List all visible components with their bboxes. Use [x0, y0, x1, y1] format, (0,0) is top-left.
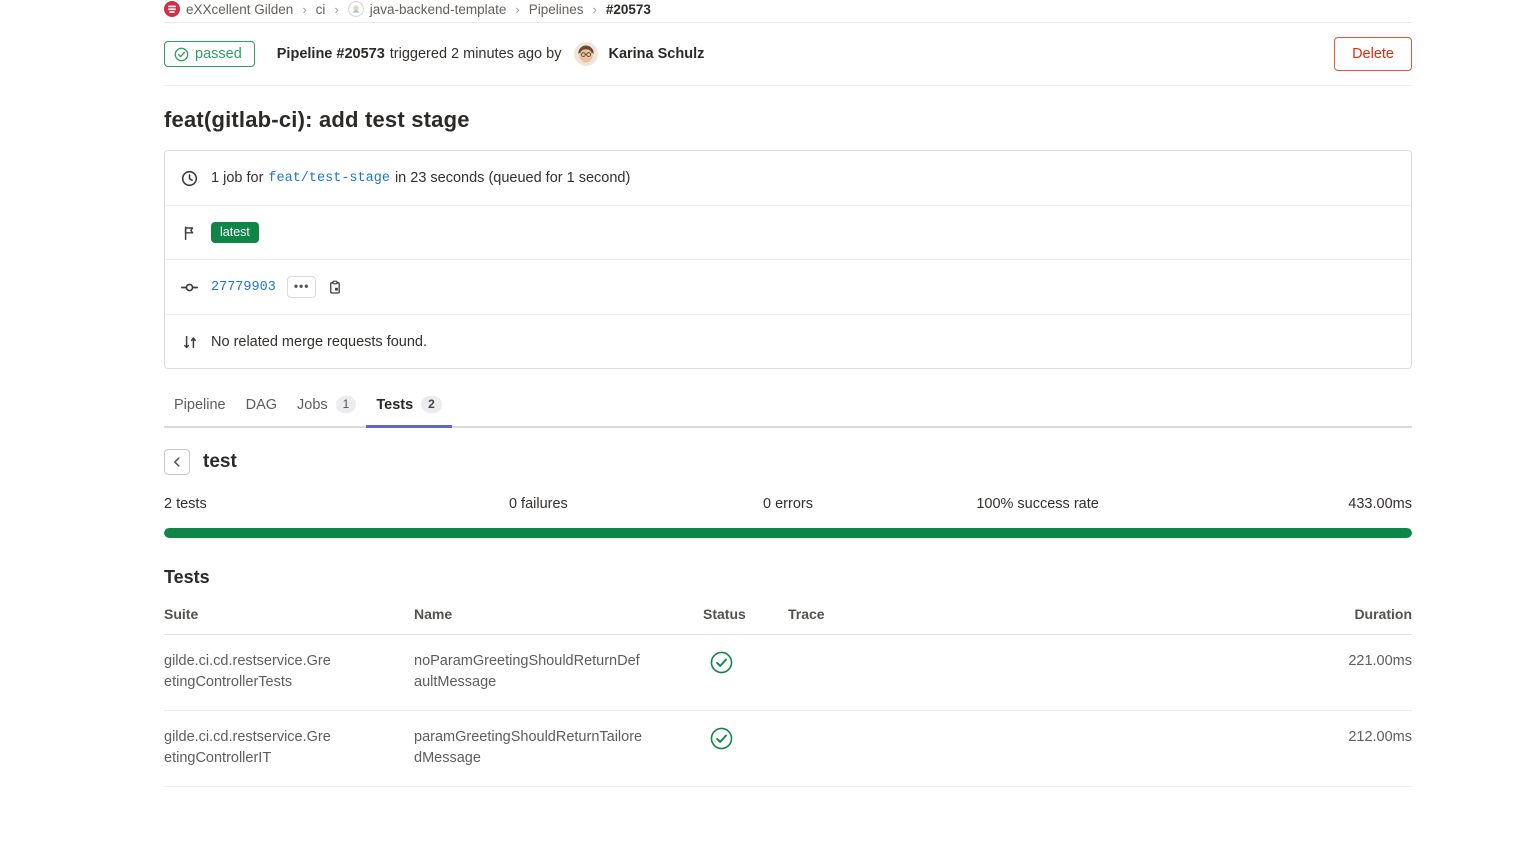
latest-badge-row: latest — [165, 205, 1411, 259]
merge-requests-row: No related merge requests found. — [165, 314, 1411, 368]
merge-request-icon — [181, 334, 198, 350]
breadcrumb-label: eXXcellent Gilden — [186, 2, 293, 17]
tab-count-badge: 1 — [336, 396, 357, 413]
breadcrumb-pipelines[interactable]: Pipelines — [529, 2, 584, 17]
tests-table: Suite Name Status Trace Duration gilde.c… — [164, 591, 1412, 787]
latest-badge[interactable]: latest — [211, 222, 259, 243]
column-header-trace: Trace — [788, 606, 1292, 622]
tab-label: Pipeline — [174, 397, 226, 413]
table-row: gilde.ci.cd.restservice.GreetingControll… — [164, 711, 1412, 787]
copy-commit-sha-button[interactable] — [327, 279, 342, 295]
commit-row: 27779903 ••• — [165, 259, 1411, 314]
tab-count-badge: 2 — [421, 396, 442, 413]
tab-label: Jobs — [297, 397, 328, 413]
breadcrumb-label: java-backend-template — [370, 2, 507, 17]
commit-title: feat(gitlab-ci): add test stage — [164, 107, 1412, 133]
pipeline-header: passed Pipeline #20573 triggered 2 minut… — [164, 23, 1412, 86]
clock-icon — [181, 170, 198, 187]
summary-failures: 0 failures — [414, 496, 664, 512]
test-duration-cell: 212.00ms — [1292, 727, 1412, 748]
page-container: eXXcellent Gilden › ci › java-backend-te… — [164, 0, 1412, 787]
status-passed-icon — [710, 651, 733, 674]
summary-tests: 2 tests — [164, 496, 414, 512]
test-status-cell — [710, 727, 788, 750]
ref-link[interactable]: feat/test-stage — [268, 171, 390, 186]
delete-button[interactable]: Delete — [1334, 37, 1412, 71]
breadcrumb-separator: › — [592, 2, 596, 17]
test-name-cell: paramGreetingShouldReturnTailoredMessage — [414, 727, 703, 769]
test-suite-cell: gilde.ci.cd.restservice.GreetingControll… — [164, 727, 414, 769]
breadcrumb-project[interactable]: java-backend-template — [348, 1, 507, 17]
tab-tests[interactable]: Tests 2 — [366, 385, 452, 428]
breadcrumb-label: Pipelines — [529, 2, 584, 17]
tab-label: Tests — [376, 397, 413, 413]
tests-heading: Tests — [164, 567, 1412, 588]
test-suite-cell: gilde.ci.cd.restservice.GreetingControll… — [164, 651, 414, 693]
commit-description-toggle[interactable]: ••• — [287, 276, 317, 298]
status-passed-icon — [710, 727, 733, 750]
summary-duration: 433.00ms — [1162, 496, 1412, 512]
commit-icon — [181, 279, 198, 296]
no-merge-requests-text: No related merge requests found. — [211, 334, 427, 350]
check-circle-icon — [174, 47, 189, 62]
test-suite-title: test — [203, 451, 237, 473]
tab-label: DAG — [246, 397, 277, 413]
job-count-text: 1 job for — [211, 170, 263, 186]
triggered-text: triggered 2 minutes ago by — [390, 46, 562, 62]
column-header-duration: Duration — [1292, 606, 1412, 622]
breadcrumb-subgroup[interactable]: ci — [316, 2, 326, 17]
test-status-cell — [710, 651, 788, 674]
pipeline-status-badge[interactable]: passed — [164, 41, 255, 67]
summary-success-rate: 100% success rate — [913, 496, 1163, 512]
job-summary-row: 1 job for feat/test-stage in 23 seconds … — [165, 151, 1411, 205]
status-badge-label: passed — [195, 46, 242, 62]
flag-icon — [181, 225, 198, 241]
test-suite-header: test — [164, 449, 1412, 475]
group-avatar-icon — [164, 1, 180, 17]
chevron-left-icon — [170, 455, 184, 469]
column-header-name: Name — [414, 606, 703, 622]
summary-errors: 0 errors — [663, 496, 913, 512]
test-duration-cell: 221.00ms — [1292, 651, 1412, 672]
tab-pipeline[interactable]: Pipeline — [164, 385, 236, 428]
breadcrumb-label: #20573 — [606, 2, 651, 17]
tests-table-header: Suite Name Status Trace Duration — [164, 591, 1412, 635]
breadcrumb-label: ci — [316, 2, 326, 17]
tab-dag[interactable]: DAG — [236, 385, 287, 428]
pipeline-info-card: 1 job for feat/test-stage in 23 seconds … — [164, 150, 1412, 369]
pipeline-tabs: Pipeline DAG Jobs 1 Tests 2 — [164, 385, 1412, 428]
user-avatar[interactable] — [574, 42, 598, 66]
column-header-suite: Suite — [164, 606, 414, 622]
tab-jobs[interactable]: Jobs 1 — [287, 385, 366, 428]
breadcrumb-separator: › — [302, 2, 306, 17]
project-avatar-icon — [348, 1, 364, 17]
column-header-status: Status — [703, 606, 788, 622]
job-duration-text: in 23 seconds (queued for 1 second) — [395, 170, 630, 186]
commit-sha-link[interactable]: 27779903 — [211, 280, 276, 295]
pipeline-label: Pipeline #20573 — [277, 46, 385, 62]
back-button[interactable] — [164, 449, 190, 475]
clipboard-icon — [327, 279, 342, 295]
success-progress-fill — [164, 528, 1412, 538]
success-progress-bar — [164, 528, 1412, 538]
user-name[interactable]: Karina Schulz — [608, 46, 704, 62]
breadcrumb-pipeline-id: #20573 — [606, 2, 651, 17]
table-row: gilde.ci.cd.restservice.GreetingControll… — [164, 635, 1412, 711]
breadcrumb-separator: › — [515, 2, 519, 17]
test-summary: 2 tests 0 failures 0 errors 100% success… — [164, 496, 1412, 512]
breadcrumb-separator: › — [334, 2, 338, 17]
breadcrumb-group[interactable]: eXXcellent Gilden — [164, 1, 293, 17]
breadcrumb: eXXcellent Gilden › ci › java-backend-te… — [164, 0, 1412, 23]
test-name-cell: noParamGreetingShouldReturnDefaultMessag… — [414, 651, 703, 693]
